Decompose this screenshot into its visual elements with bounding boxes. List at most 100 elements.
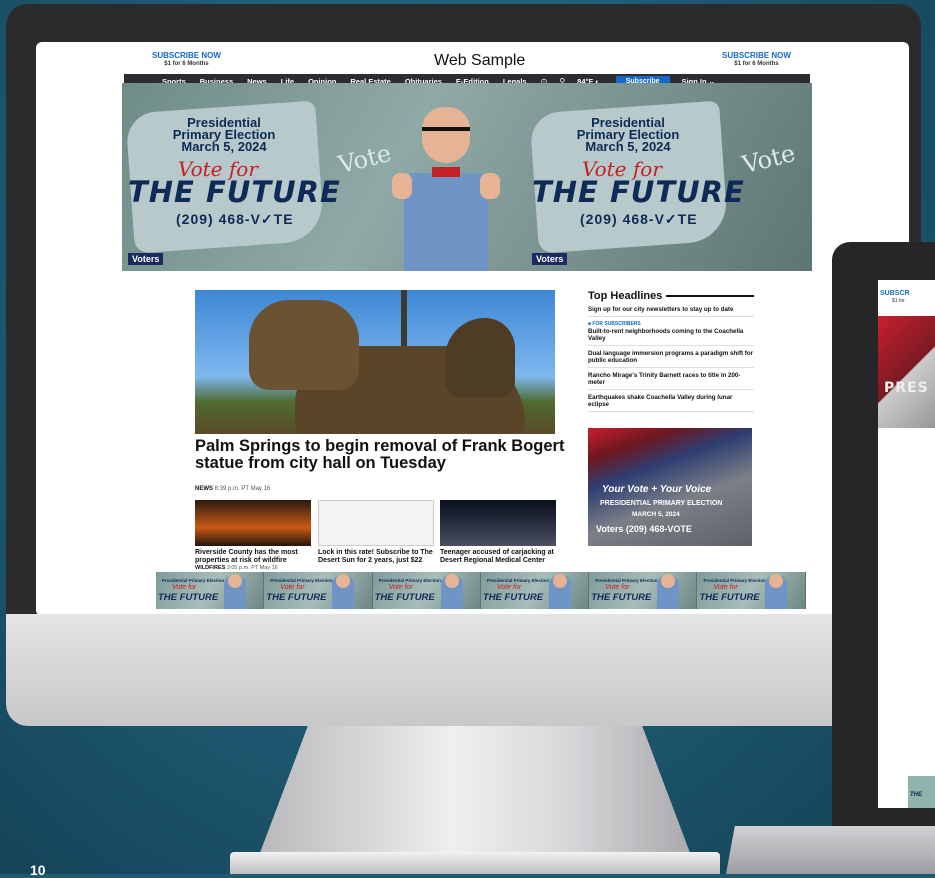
main-story-headline[interactable]: Palm Springs to begin removal of Frank B… <box>195 438 585 472</box>
sub-story-title[interactable]: Riverside County has the most properties… <box>195 549 311 565</box>
sub-story-title[interactable]: Lock in this rate! Subscribe to The Dese… <box>318 549 434 565</box>
newspaper-thumbnail[interactable] <box>318 500 434 546</box>
tile-kid <box>765 574 788 609</box>
side-ad-date: MARCH 5, 2024 <box>632 511 680 518</box>
tile-title: Presidential Primary Election <box>595 578 658 583</box>
story-section[interactable]: NEWS <box>195 486 213 492</box>
ad-phone: (209) 468-V✓TE <box>176 211 294 227</box>
ad-chalk-vote: Vote <box>335 138 395 180</box>
ad-chalk-vote: Vote <box>739 138 799 180</box>
tile-kid <box>657 574 680 609</box>
main-story-byline: NEWS 8:39 p.m. PT May 16 <box>195 486 270 492</box>
sub-story-meta: WILDFIRES 3:05 p.m. PT May 16 <box>195 565 311 571</box>
tile-vote-for: Vote for <box>496 584 522 591</box>
ad-phone: (209) 468-V✓TE <box>580 211 698 227</box>
headline-text: Dual language immersion programs a parad… <box>588 350 754 364</box>
side-ad-election: PRESIDENTIAL PRIMARY ELECTION <box>600 500 723 507</box>
subscribe-note: $1 for 6 Months <box>164 61 209 67</box>
site-title[interactable]: Web Sample <box>434 52 525 70</box>
tile-kid <box>548 574 571 609</box>
headline-text: Built-to-rent neighborhoods coming to th… <box>588 328 744 342</box>
monitor-stand-base <box>230 852 720 874</box>
laptop-banner-text: PRES <box>884 380 929 396</box>
tile-future: THE FUTURE <box>158 592 219 603</box>
tile-future: THE FUTURE <box>699 592 760 603</box>
tile-vote-for: Vote for <box>713 584 738 591</box>
laptop-ad-text: THE <box>910 792 922 798</box>
headline-item[interactable]: ■ FOR SUBSCRIBERS Built-to-rent neighborh… <box>588 317 754 346</box>
headline-item[interactable]: Earthquakes shake Coachella Valley durin… <box>588 390 754 412</box>
leaderboard-ad[interactable]: Presidential Primary Election Vote for THE… <box>156 572 806 609</box>
site-header: SUBSCRIBE NOW $1 for 6 Months Web Sample… <box>124 46 810 74</box>
tile-title: Presidential Primary Election <box>486 578 550 583</box>
hero-ad-panel-right: Presidential Primary Election March 5, 2… <box>526 83 812 271</box>
tile-vote-for: Vote for <box>388 584 413 591</box>
monitor-stand <box>255 726 695 866</box>
laptop-base <box>726 826 935 874</box>
headline-item[interactable]: Rancho Mirage's Trinity Barnett races to… <box>588 368 754 390</box>
subscribe-now-link-right[interactable]: SUBSCRIBE NOW $1 for 6 Months <box>722 52 791 68</box>
kid-bowtie <box>432 167 460 177</box>
tile-title: Presidential Primary Election <box>703 578 766 583</box>
laptop-subscribe-note: $1 for <box>892 298 905 304</box>
story-time: 8:39 p.m. PT May 16 <box>214 486 271 492</box>
hero-vote-ad[interactable]: Presidential Primary Election March 5, 2… <box>122 83 812 271</box>
top-headlines-sidebar: Top Headlines Sign up for our city newsl… <box>588 290 754 412</box>
ad-the-future: THE FUTURE <box>128 175 341 209</box>
tile-title: Presidential Primary Election <box>270 578 333 583</box>
tile-future: THE FUTURE <box>374 592 435 603</box>
ad-election-line: Presidential Primary Election March 5, 2… <box>576 115 680 154</box>
sidebar-flag-ad[interactable]: Your Vote + Your Voice PRESIDENTIAL PRIM… <box>588 428 752 546</box>
for-subscribers-tag: ■ FOR SUBSCRIBERS <box>588 321 641 327</box>
desktop-monitor: SUBSCRIBE NOW $1 for 6 Months Web Sample… <box>6 4 921 726</box>
leaderboard-tile: Presidential Primary Election Vote for THE… <box>697 572 806 609</box>
leaderboard-tile: Presidential Primary Election Vote for THE… <box>589 572 698 609</box>
sub-story-wildfire[interactable]: Riverside County has the most properties… <box>195 500 311 571</box>
police-lights-thumbnail[interactable] <box>440 500 556 546</box>
laptop-subscribe-link[interactable]: SUBSCR <box>880 290 910 297</box>
side-ad-phone: Voters (209) 468-VOTE <box>596 524 692 534</box>
voters-logo: Voters <box>128 253 164 265</box>
main-story-photo[interactable] <box>195 290 555 434</box>
top-headlines-title: Top Headlines <box>588 290 754 302</box>
kid-shirt <box>404 173 488 271</box>
tile-vote-for: Vote for <box>280 584 305 591</box>
sub-story-title[interactable]: Teenager accused of carjacking at Desert… <box>440 549 556 565</box>
statue-rider <box>249 300 359 390</box>
leaderboard-tile: Presidential Primary Election Vote for THE… <box>480 572 590 609</box>
ad-kid-illustration <box>392 107 502 271</box>
thumbs-up-icon <box>392 173 412 199</box>
side-ad-your-vote: Your Vote + Your Voice <box>602 484 712 495</box>
headline-text: Sign up for our city newsletters to stay… <box>588 306 734 313</box>
tile-kid <box>224 574 246 609</box>
monitor-chin <box>6 614 921 726</box>
hero-ad-panel-left: Presidential Primary Election March 5, 2… <box>122 83 524 271</box>
ad-election-line: Presidential Primary Election March 5, 2… <box>172 115 276 154</box>
subscribe-now-link-left[interactable]: SUBSCRIBE NOW $1 for 6 Months <box>152 52 221 68</box>
wildfire-thumbnail[interactable] <box>195 500 311 546</box>
headline-item[interactable]: Sign up for our city newsletters to stay… <box>588 302 754 317</box>
laptop-screen: SUBSCR $1 for PRES THE <box>878 280 935 808</box>
headline-item[interactable]: Dual language immersion programs a parad… <box>588 346 754 368</box>
tile-future: THE FUTURE <box>482 592 544 603</box>
tile-title: Presidential Primary Election <box>162 578 225 583</box>
sub-story-carjacking[interactable]: Teenager accused of carjacking at Desert… <box>440 500 556 565</box>
leaderboard-tile: Presidential Primary Election Vote for THE… <box>372 572 481 609</box>
leaderboard-tile: Presidential Primary Election Vote for THE… <box>156 572 265 609</box>
headline-text: Earthquakes shake Coachella Valley durin… <box>588 394 733 408</box>
laptop-banner-ad[interactable] <box>878 316 935 428</box>
tile-future: THE FUTURE <box>266 592 327 603</box>
story-time: 3:05 p.m. PT May 16 <box>226 565 278 571</box>
subscribe-note: $1 for 6 Months <box>734 61 779 67</box>
tile-vote-for: Vote for <box>172 584 197 591</box>
story-section[interactable]: WILDFIRES <box>195 565 225 571</box>
tile-title: Presidential Primary Election <box>378 578 441 583</box>
subscribe-label: SUBSCRIBE NOW <box>722 51 791 60</box>
tile-kid <box>332 574 355 609</box>
statue-horse-head <box>445 318 515 398</box>
ad-the-future: THE FUTURE <box>532 175 745 209</box>
thumbs-up-icon <box>480 173 500 199</box>
tile-vote-for: Vote for <box>605 584 630 591</box>
sub-story-subscribe[interactable]: Lock in this rate! Subscribe to The Dese… <box>318 500 434 565</box>
tile-kid <box>440 574 463 609</box>
